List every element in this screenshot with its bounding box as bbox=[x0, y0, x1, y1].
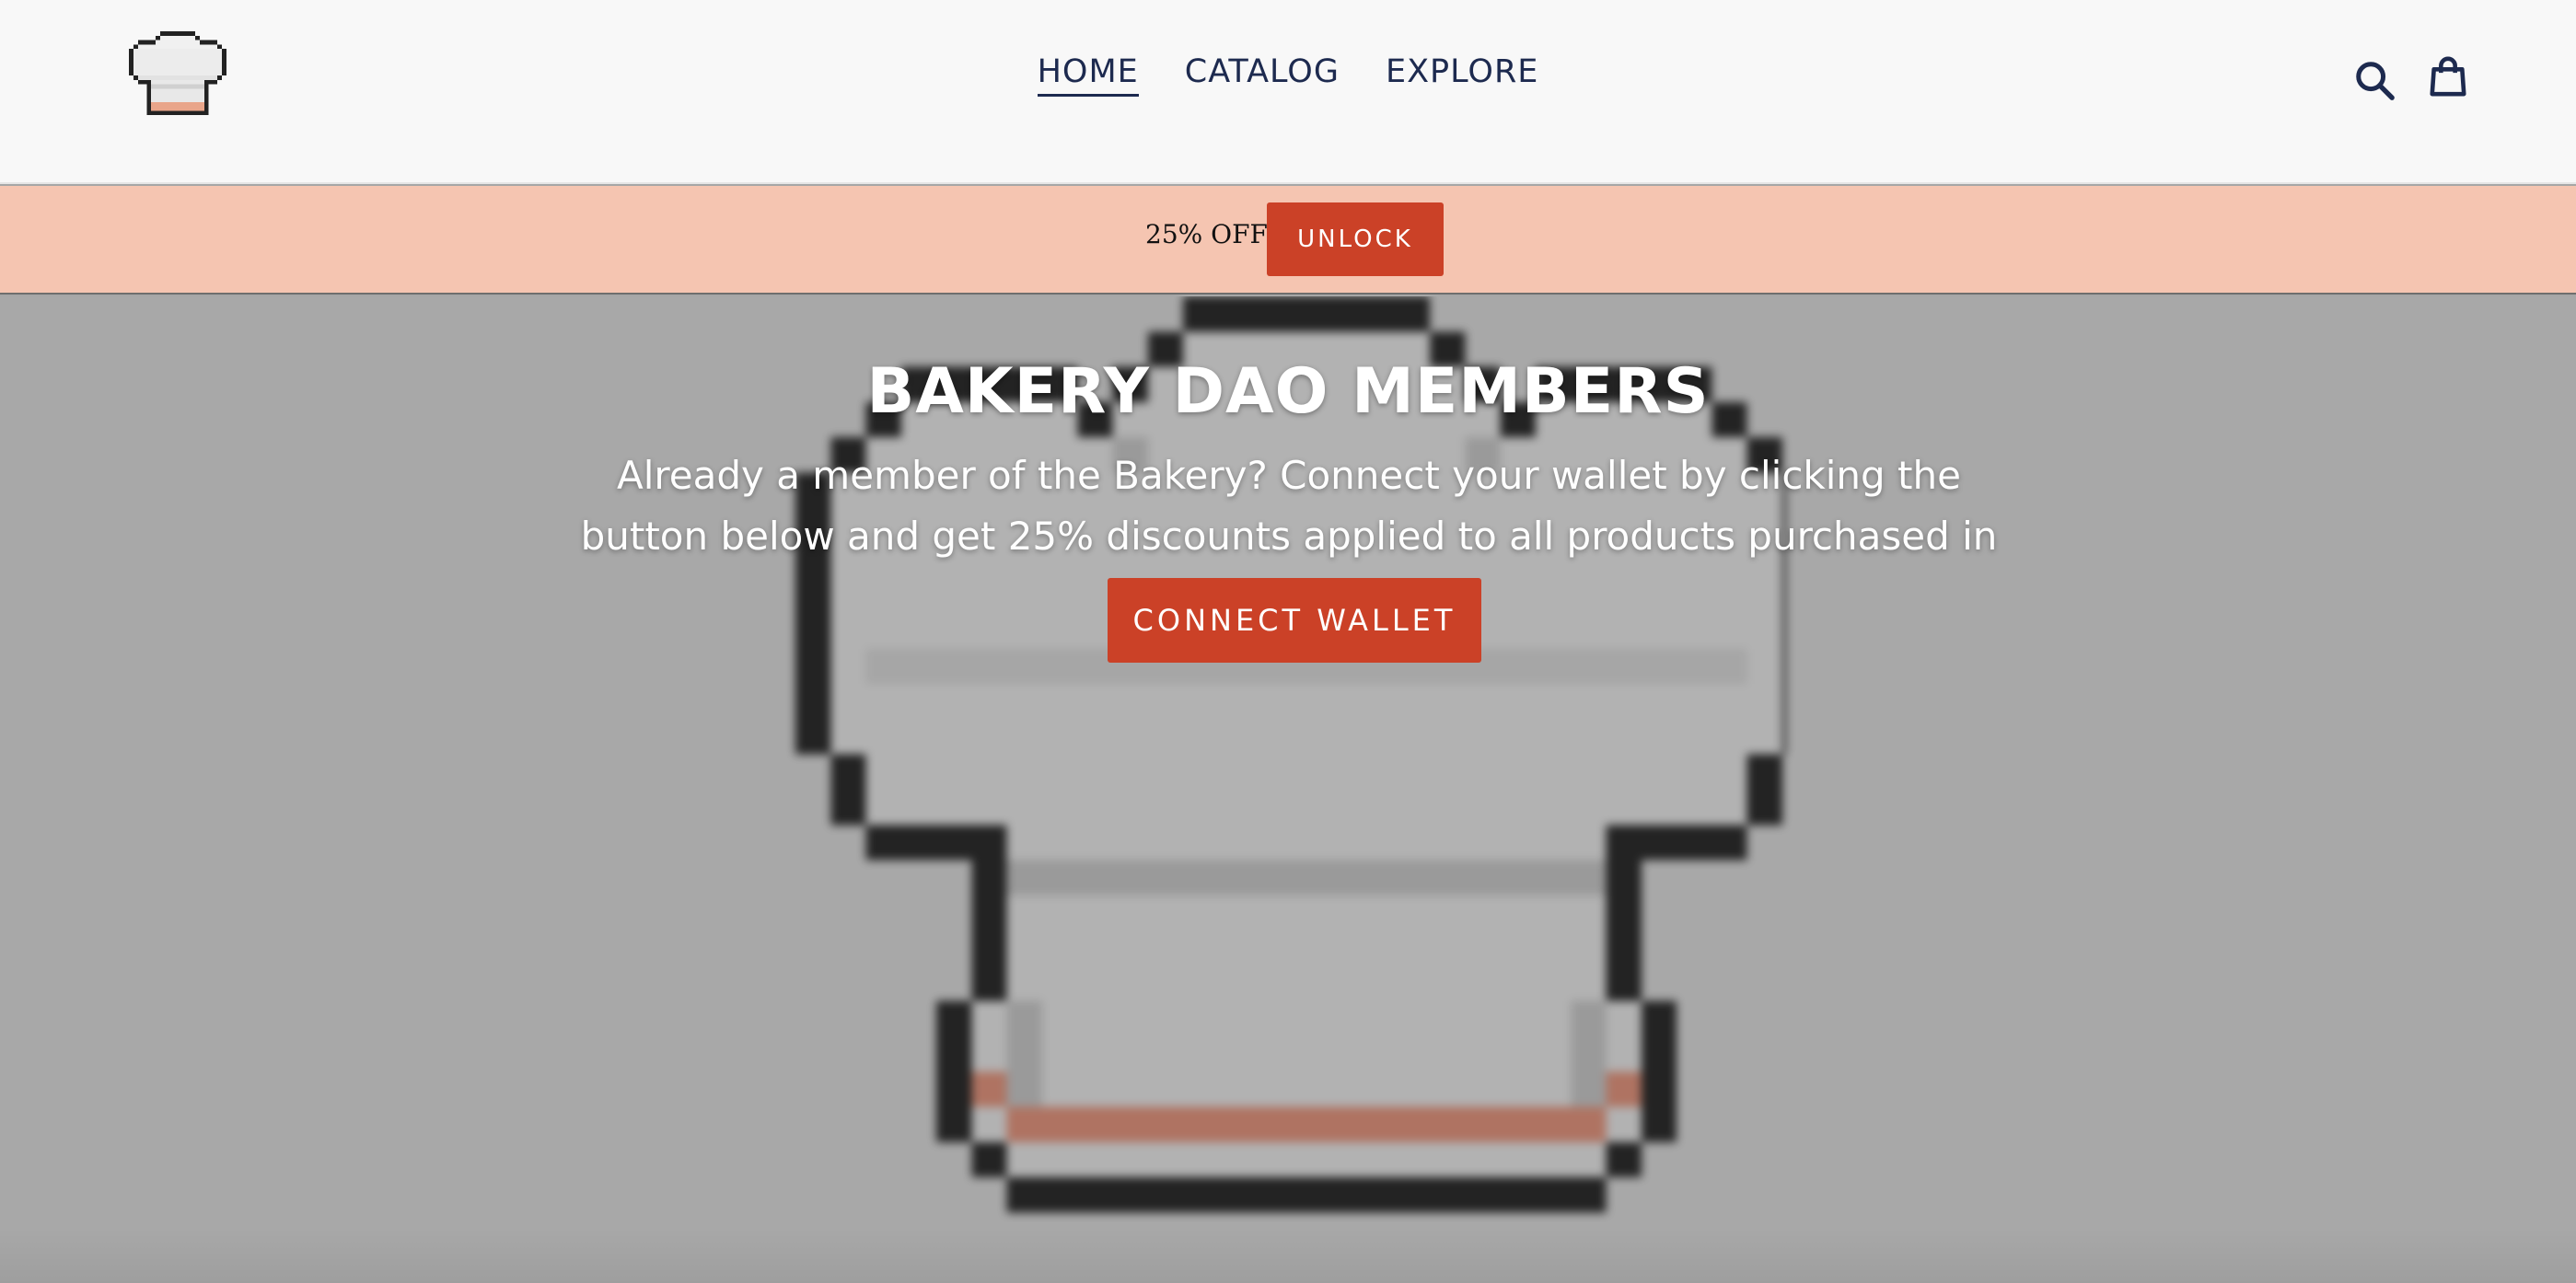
search-icon[interactable] bbox=[2353, 59, 2396, 101]
site-header: HOME CATALOG EXPLORE bbox=[0, 0, 2576, 184]
announcement-text: 25% OFF bbox=[1145, 219, 1268, 249]
nav-catalog[interactable]: CATALOG bbox=[1185, 53, 1340, 97]
nav-explore[interactable]: EXPLORE bbox=[1386, 53, 1538, 97]
nav-home[interactable]: HOME bbox=[1037, 53, 1139, 97]
main-nav: HOME CATALOG EXPLORE bbox=[0, 53, 2576, 97]
hero-banner bbox=[0, 296, 2576, 1283]
cart-icon[interactable] bbox=[2427, 55, 2469, 98]
hero-title: BAKERY DAO MEMBERS bbox=[866, 354, 1710, 428]
page: HOME CATALOG EXPLORE 25% OFF UNLOCK BAKE… bbox=[0, 0, 2576, 1283]
chef-hat-background-image bbox=[795, 296, 1786, 1213]
hero-bottom-shade bbox=[0, 1228, 2576, 1283]
connect-wallet-button[interactable]: CONNECT WALLET bbox=[1108, 578, 1481, 663]
unlock-button[interactable]: UNLOCK bbox=[1267, 202, 1444, 276]
